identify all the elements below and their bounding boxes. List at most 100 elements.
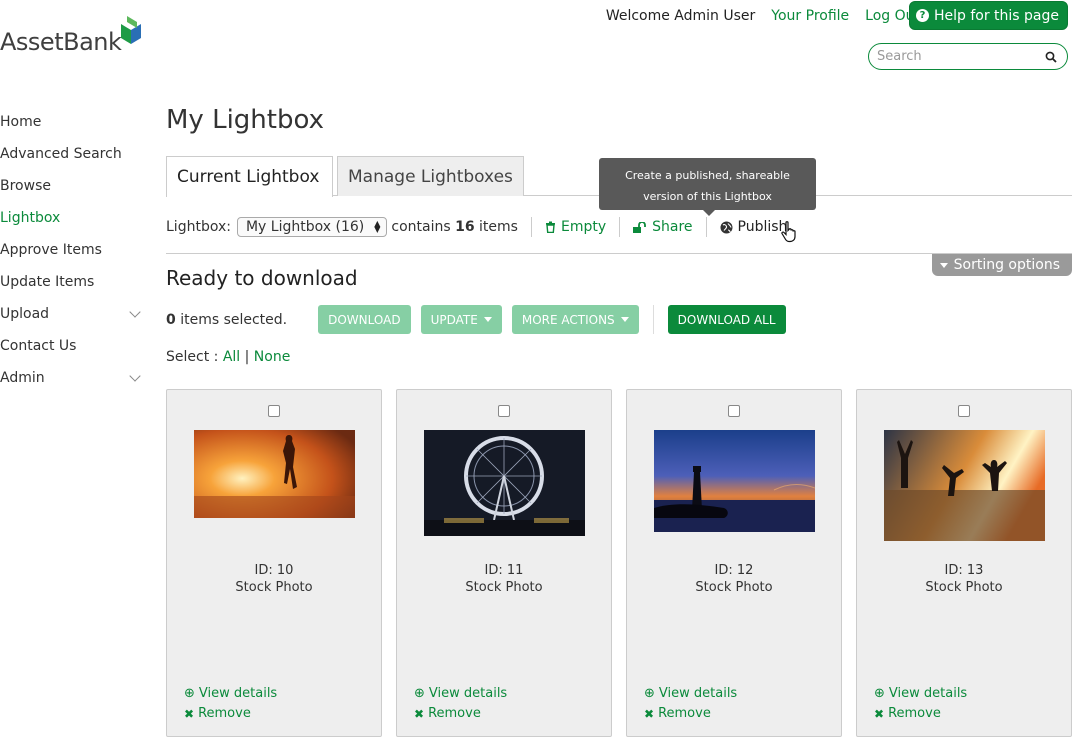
asset-id: ID: 10 bbox=[254, 563, 294, 578]
asset-links: ⊕ View details ✖ Remove bbox=[414, 684, 507, 724]
asset-thumbnail[interactable] bbox=[424, 430, 585, 536]
update-label: UPDATE bbox=[430, 312, 478, 327]
globe-icon bbox=[720, 221, 733, 233]
share-button[interactable]: Share bbox=[633, 219, 693, 235]
select-arrows-icon: ▲ ▼ bbox=[374, 219, 381, 234]
sidebar-item-advanced-search[interactable]: Advanced Search bbox=[0, 138, 145, 170]
download-all-button[interactable]: DOWNLOAD ALL bbox=[667, 305, 786, 334]
select-none-link[interactable]: None bbox=[254, 349, 291, 365]
tab-current-lightbox[interactable]: Current Lightbox bbox=[166, 156, 333, 197]
tab-manage-lightboxes[interactable]: Manage Lightboxes bbox=[337, 156, 524, 196]
search-input[interactable] bbox=[877, 49, 1045, 64]
update-button[interactable]: UPDATE bbox=[420, 305, 502, 334]
asset-card: ID: 13 Stock Photo ⊕ View details ✖ Remove bbox=[856, 389, 1072, 737]
more-actions-label: MORE ACTIONS bbox=[521, 312, 615, 327]
lightbox-label: Lightbox: bbox=[166, 219, 231, 235]
close-icon: ✖ bbox=[414, 707, 425, 721]
search-icon[interactable] bbox=[1045, 51, 1057, 63]
asset-thumbnail[interactable] bbox=[194, 430, 355, 518]
asset-checkbox[interactable] bbox=[268, 405, 280, 417]
divider bbox=[619, 217, 621, 237]
sidebar-item-label: Approve Items bbox=[0, 242, 102, 258]
remove-link[interactable]: ✖ Remove bbox=[184, 704, 277, 724]
asset-thumbnail[interactable] bbox=[654, 430, 815, 532]
asset-id: ID: 12 bbox=[714, 563, 754, 578]
selected-count: 0 bbox=[166, 311, 176, 328]
asset-card: ID: 10 Stock Photo ⊕ View details ✖ Remove bbox=[166, 389, 382, 737]
zoom-in-icon: ⊕ bbox=[644, 686, 655, 701]
selection-count: 0 items selected. bbox=[166, 312, 287, 328]
sorting-options-button[interactable]: Sorting options bbox=[931, 254, 1072, 276]
hand-cursor-icon bbox=[781, 221, 797, 243]
lightbox-toolbar: Lightbox: My Lightbox (16) ▲ ▼ contains 1… bbox=[166, 217, 799, 243]
sidebar-item-label: Update Items bbox=[0, 274, 95, 290]
download-button[interactable]: DOWNLOAD bbox=[318, 305, 411, 334]
view-details-label: View details bbox=[428, 686, 508, 701]
sidebar-item-label: Browse bbox=[0, 178, 51, 194]
logo-mark-icon bbox=[121, 16, 141, 44]
sidebar-item-label: Home bbox=[0, 114, 42, 130]
remove-link[interactable]: ✖ Remove bbox=[874, 704, 967, 724]
sidebar-item-home[interactable]: Home bbox=[0, 106, 145, 138]
help-button[interactable]: ? Help for this page bbox=[908, 1, 1068, 30]
lightbox-select[interactable]: My Lightbox (16) ▲ ▼ bbox=[236, 217, 388, 237]
sidebar-item-approve-items[interactable]: Approve Items bbox=[0, 234, 145, 266]
sidebar-item-label: Contact Us bbox=[0, 338, 77, 354]
zoom-in-icon: ⊕ bbox=[184, 686, 195, 701]
asset-type: Stock Photo bbox=[925, 580, 1003, 595]
view-details-label: View details bbox=[198, 686, 278, 701]
publish-tooltip: Create a published, shareable version of… bbox=[599, 158, 816, 216]
question-icon: ? bbox=[915, 9, 929, 22]
contains-suffix: items bbox=[479, 219, 518, 235]
remove-link[interactable]: ✖ Remove bbox=[644, 704, 737, 724]
view-details-link[interactable]: ⊕ View details bbox=[184, 684, 277, 704]
asset-card: ID: 12 Stock Photo ⊕ View details ✖ Remove bbox=[626, 389, 842, 737]
your-profile-link[interactable]: Your Profile bbox=[771, 8, 849, 24]
asset-meta: ID: 11 Stock Photo bbox=[397, 562, 611, 596]
empty-label: Empty bbox=[560, 219, 607, 235]
asset-type: Stock Photo bbox=[235, 580, 313, 595]
help-label: Help for this page bbox=[933, 7, 1059, 24]
publish-button[interactable]: Publish bbox=[720, 219, 787, 235]
contains-count: 16 bbox=[455, 219, 475, 235]
asset-card: ID: 11 Stock Photo ⊕ View details ✖ Remove bbox=[396, 389, 612, 737]
more-actions-button[interactable]: MORE ACTIONS bbox=[511, 305, 639, 334]
sidebar-item-update-items[interactable]: Update Items bbox=[0, 266, 145, 298]
action-bar: 0 items selected. DOWNLOAD UPDATE MORE A… bbox=[166, 305, 796, 334]
divider bbox=[652, 305, 654, 334]
sidebar-item-label: Lightbox bbox=[0, 210, 61, 226]
logo-text: AssetBank bbox=[0, 28, 122, 56]
selected-suffix: items selected. bbox=[180, 311, 288, 328]
sidebar-item-browse[interactable]: Browse bbox=[0, 170, 145, 202]
caret-down-icon bbox=[620, 317, 629, 322]
sidebar-item-admin[interactable]: Admin bbox=[0, 362, 145, 394]
caret-down-icon bbox=[939, 262, 948, 268]
remove-label: Remove bbox=[888, 706, 941, 721]
sidebar-item-label: Advanced Search bbox=[0, 146, 122, 162]
empty-button[interactable]: Empty bbox=[545, 219, 606, 235]
trash-icon bbox=[545, 221, 555, 233]
select-all-link[interactable]: All bbox=[223, 349, 240, 365]
assetbank-logo[interactable]: AssetBank bbox=[0, 14, 141, 56]
sidebar-item-contact-us[interactable]: Contact Us bbox=[0, 330, 145, 362]
asset-id: ID: 11 bbox=[484, 563, 524, 578]
remove-link[interactable]: ✖ Remove bbox=[414, 704, 507, 724]
asset-links: ⊕ View details ✖ Remove bbox=[184, 684, 277, 724]
view-details-link[interactable]: ⊕ View details bbox=[414, 684, 507, 704]
welcome-text: Welcome Admin User bbox=[605, 7, 756, 24]
chevron-down-icon[interactable] bbox=[129, 306, 141, 318]
search-box bbox=[868, 43, 1068, 70]
sidebar-item-lightbox[interactable]: Lightbox bbox=[0, 202, 145, 234]
asset-thumbnail[interactable] bbox=[884, 430, 1045, 541]
chevron-down-icon[interactable] bbox=[129, 370, 141, 382]
close-icon: ✖ bbox=[184, 707, 195, 721]
asset-type: Stock Photo bbox=[465, 580, 543, 595]
caret-down-icon bbox=[483, 317, 492, 322]
asset-checkbox[interactable] bbox=[498, 405, 510, 417]
view-details-link[interactable]: ⊕ View details bbox=[874, 684, 967, 704]
sidebar-item-label: Admin bbox=[0, 370, 45, 386]
asset-checkbox[interactable] bbox=[728, 405, 740, 417]
view-details-link[interactable]: ⊕ View details bbox=[644, 684, 737, 704]
asset-checkbox[interactable] bbox=[958, 405, 970, 417]
sidebar-item-upload[interactable]: Upload bbox=[0, 298, 145, 330]
